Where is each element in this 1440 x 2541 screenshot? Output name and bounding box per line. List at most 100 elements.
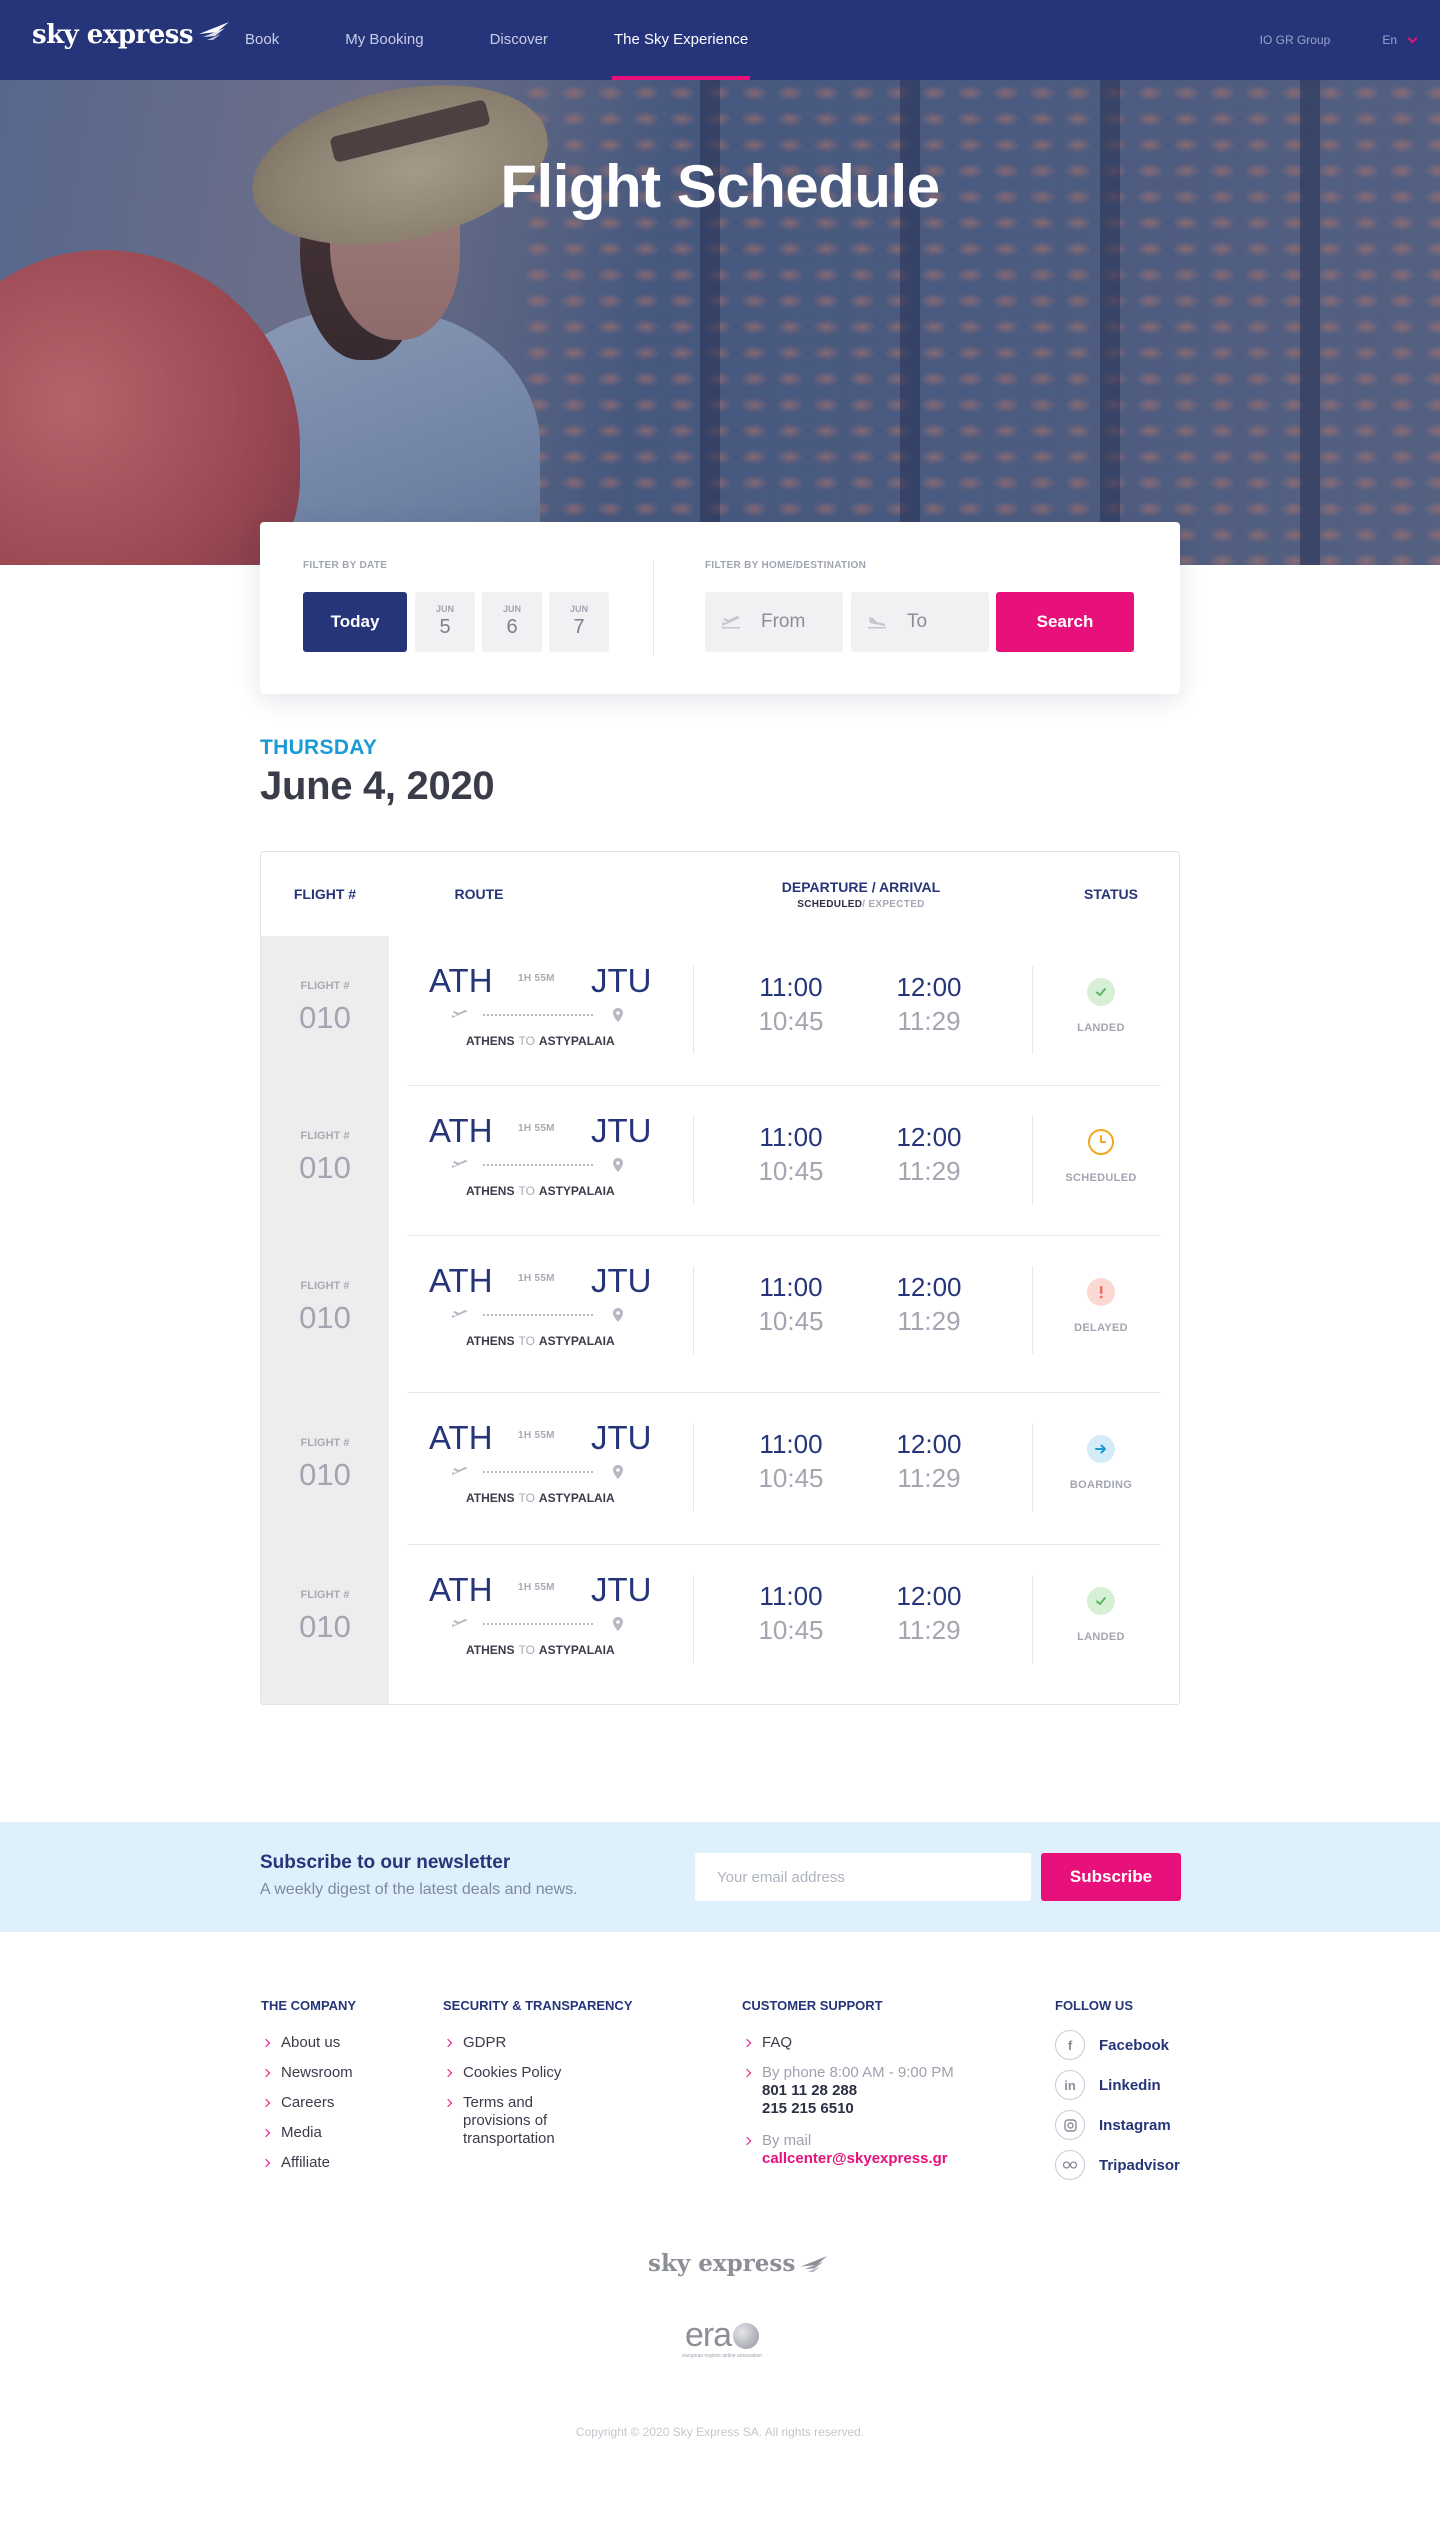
departure-expected: 10:45: [758, 1306, 824, 1336]
plane-icon: [451, 1617, 469, 1635]
nav-sky-experience[interactable]: The Sky Experience: [611, 0, 751, 80]
plane-icon: [451, 1158, 469, 1176]
globe-icon: [733, 2322, 760, 2349]
group-link[interactable]: IO GR Group: [1260, 33, 1331, 47]
date-chip-jun-6[interactable]: JUN 6: [482, 592, 542, 652]
departure-scheduled: 11:00: [759, 1429, 823, 1459]
route-line: [483, 1471, 593, 1473]
support-email-link[interactable]: callcenter@skyexpress.gr: [762, 2150, 954, 2168]
footer-link-faq[interactable]: FAQ: [742, 2034, 954, 2052]
column-divider: [693, 1423, 694, 1511]
header-status: STATUS: [1041, 852, 1179, 936]
footer-link-terms[interactable]: Terms and provisions of transportation: [443, 2094, 563, 2148]
footer-link-media[interactable]: Media: [261, 2124, 353, 2142]
arrival-expected: 11:29: [897, 1306, 961, 1336]
filter-card: FILTER BY DATE Today JUN 5 JUN 6 JUN 7 F…: [260, 522, 1180, 694]
route-cities: ATHENS TO ASTYPALAIA: [466, 1034, 615, 1048]
column-divider: [1032, 1116, 1033, 1204]
date-chip-jun-5[interactable]: JUN 5: [415, 592, 475, 652]
route-line: [483, 1623, 593, 1625]
footer-company-title: THE COMPANY: [261, 1998, 357, 2013]
flight-duration: 1H 55M: [518, 973, 555, 984]
from-field[interactable]: From: [705, 592, 843, 652]
footer-link-affiliate[interactable]: Affiliate: [261, 2154, 353, 2172]
origin-code: ATH: [429, 1419, 493, 1456]
newsletter-title: Subscribe to our newsletter: [260, 1852, 511, 1873]
footer-sky-express-logo[interactable]: sky express: [648, 2250, 829, 2277]
top-navigation: sky express Book My Booking Discover The…: [0, 0, 1440, 80]
footer-link-newsroom[interactable]: Newsroom: [261, 2064, 353, 2082]
table-row[interactable]: FLIGHT # 010 ATH 1H 55M JTU ATHENS TO ASTY…: [261, 1086, 1179, 1236]
location-pin-icon: [613, 1308, 623, 1327]
origin-city: ATHENS: [466, 1334, 515, 1348]
header-status-label: STATUS: [1084, 886, 1138, 902]
social-instagram-label: Instagram: [1099, 2116, 1171, 2134]
social-facebook-label: Facebook: [1099, 2036, 1170, 2054]
logo-bird-icon: [199, 22, 230, 40]
social-tripadvisor[interactable]: Tripadvisor: [1055, 2150, 1180, 2180]
departure-scheduled: 11:00: [759, 972, 823, 1002]
destination-city: ASTYPALAIA: [538, 1184, 615, 1198]
column-divider: [693, 1266, 694, 1354]
table-row[interactable]: FLIGHT # 010 ATH 1H 55M JTU ATHENS TO ASTY…: [261, 1393, 1179, 1545]
flight-number-label: FLIGHT #: [300, 980, 350, 992]
table-row[interactable]: FLIGHT # 010 ATH 1H 55M JTU ATHENS TO ASTY…: [261, 1236, 1179, 1393]
route-to-word: TO: [518, 1491, 535, 1505]
origin-code: ATH: [429, 1112, 493, 1149]
flight-duration: 1H 55M: [518, 1430, 555, 1441]
departure-scheduled: 11:00: [759, 1272, 823, 1302]
table-row[interactable]: FLIGHT # 010 ATH 1H 55M JTU ATHENS TO ASTY…: [261, 936, 1179, 1086]
date-chip-jun-7[interactable]: JUN 7: [549, 592, 609, 652]
phone-number-2[interactable]: 215 215 6510: [762, 2100, 954, 2118]
language-selector[interactable]: En: [1382, 33, 1418, 47]
chevron-down-icon: [1407, 33, 1418, 43]
footer-link-careers[interactable]: Careers: [261, 2094, 353, 2112]
to-field[interactable]: To: [851, 592, 989, 652]
arrival-expected: 11:29: [897, 1006, 961, 1036]
nav-book[interactable]: Book: [245, 0, 279, 80]
filter-date-label: FILTER BY DATE: [303, 560, 388, 571]
subscribe-button[interactable]: Subscribe: [1041, 1853, 1181, 1901]
era-wordmark: era: [685, 2316, 760, 2355]
phone-label: By phone 8:00 AM - 9:00 PM: [762, 2064, 954, 2081]
sky-express-logo[interactable]: sky express: [32, 20, 231, 50]
origin-code: ATH: [429, 1571, 493, 1608]
today-button[interactable]: Today: [303, 592, 407, 652]
origin-city: ATHENS: [466, 1034, 515, 1048]
newsletter-email-input[interactable]: [695, 1853, 1031, 1901]
logo-text: sky express: [32, 20, 194, 50]
social-instagram[interactable]: Instagram: [1055, 2110, 1180, 2140]
social-linkedin[interactable]: in Linkedin: [1055, 2070, 1180, 2100]
page: sky express Book My Booking Discover The…: [0, 0, 1440, 2541]
nav-discover[interactable]: Discover: [490, 0, 548, 80]
departure-expected: 10:45: [758, 1156, 824, 1186]
nav-utilities: IO GR Group En: [1260, 0, 1418, 80]
social-facebook[interactable]: f Facebook: [1055, 2030, 1180, 2060]
nav-my-booking[interactable]: My Booking: [345, 0, 423, 80]
search-button[interactable]: Search: [996, 592, 1134, 652]
table-row[interactable]: FLIGHT # 010 ATH 1H 55M JTU ATHENS TO ASTY…: [261, 1545, 1179, 1704]
route-to-word: TO: [518, 1034, 535, 1048]
phone-number-1[interactable]: 801 11 28 288: [762, 2082, 954, 2100]
flight-number-label: FLIGHT #: [300, 1130, 350, 1142]
logo-bird-icon: [801, 2255, 828, 2272]
arrival-scheduled: 12:00: [896, 1429, 962, 1459]
flight-duration: 1H 55M: [518, 1123, 555, 1134]
footer-link-gdpr[interactable]: GDPR: [443, 2034, 563, 2052]
location-pin-icon: [613, 1617, 623, 1636]
route-line: [483, 1314, 593, 1316]
plane-icon: [451, 1008, 469, 1026]
origin-city: ATHENS: [466, 1643, 515, 1657]
flight-number-label: FLIGHT #: [300, 1589, 350, 1601]
check-icon: [1087, 978, 1115, 1006]
header-route: ROUTE: [389, 852, 569, 936]
footer-link-about-us[interactable]: About us: [261, 2034, 353, 2052]
arrival-scheduled: 12:00: [896, 1581, 962, 1611]
date-chip-day: 7: [573, 616, 585, 638]
flight-number-label: FLIGHT #: [300, 1437, 350, 1449]
destination-city: ASTYPALAIA: [538, 1643, 615, 1657]
footer-link-cookies-policy[interactable]: Cookies Policy: [443, 2064, 563, 2082]
era-logo[interactable]: era european regions airline association: [682, 2316, 762, 2359]
page-title: Flight Schedule: [500, 153, 940, 220]
plane-icon: [451, 1308, 469, 1326]
